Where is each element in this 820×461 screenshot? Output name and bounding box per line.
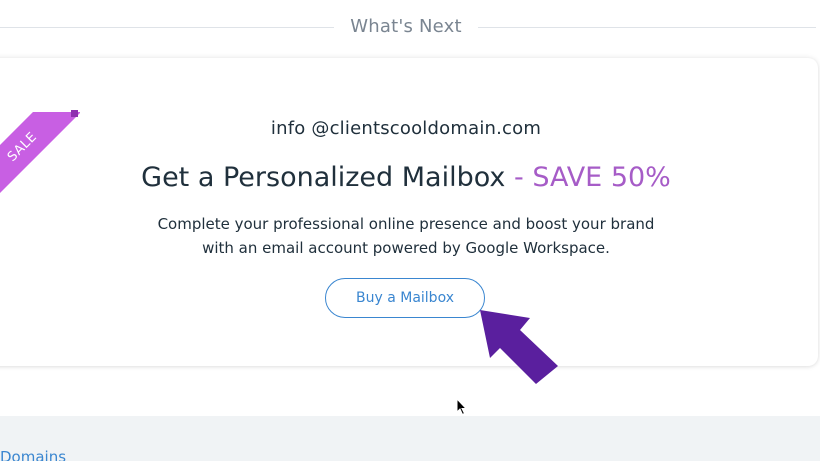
- purple-arrow-icon: [480, 310, 558, 384]
- divider-left: [0, 27, 334, 28]
- offer-description: Complete your professional online presen…: [0, 212, 812, 260]
- page: What's Next SALE info @clientscooldomain…: [0, 0, 820, 461]
- buy-mailbox-button[interactable]: Buy a Mailbox: [325, 278, 485, 318]
- section-header: What's Next: [0, 0, 820, 56]
- headline-discount: - SAVE 50%: [514, 162, 671, 193]
- description-line-1: Complete your professional online presen…: [157, 215, 655, 233]
- cursor-icon: [456, 398, 468, 416]
- mailbox-address: info @clientscooldomain.com: [270, 118, 542, 139]
- headline-text: Get a Personalized Mailbox: [141, 162, 506, 193]
- sale-ribbon-tail: [71, 110, 78, 117]
- footer-section: [0, 416, 820, 461]
- offer-headline: Get a Personalized Mailbox - SAVE 50%: [0, 162, 812, 193]
- description-line-2: with an email account powered by Google …: [202, 239, 610, 257]
- domains-link[interactable]: Domains: [0, 448, 66, 461]
- section-title: What's Next: [350, 16, 462, 37]
- divider-right: [478, 27, 816, 28]
